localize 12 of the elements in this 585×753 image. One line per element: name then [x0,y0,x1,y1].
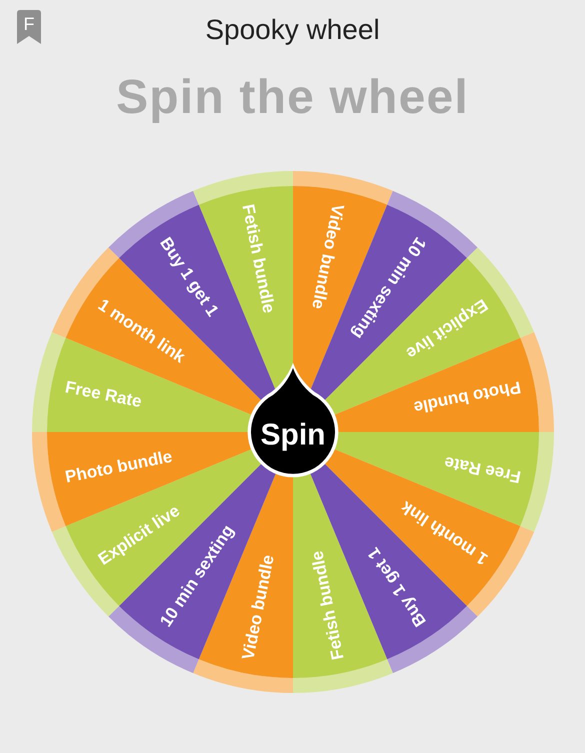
segment-label: Photo bundle [63,446,174,487]
segment-label: Video bundle [308,202,348,311]
segment-label: Fetish bundle [306,549,348,662]
window-title: Spooky wheel [205,13,380,47]
segment-label: Video bundle [238,553,278,662]
segment-label: Free Rate [63,377,143,412]
page-heading: Spin the wheel [116,70,469,126]
bookmark-icon: F [17,10,41,44]
segment-label: Free Rate [442,452,522,487]
spin-button[interactable]: Spin [247,362,338,478]
segment-label: Photo bundle [412,377,522,418]
segment-label: Fetish bundle [238,202,278,315]
